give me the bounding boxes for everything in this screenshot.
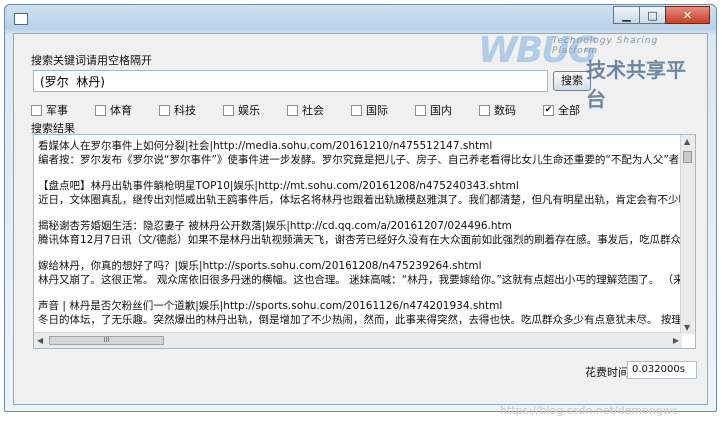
category-label: 全部 xyxy=(558,104,580,117)
app-window: ▁ □ ✕ 搜索关键词请用空格隔开 搜索 WBUG Technology Sha… xyxy=(4,4,717,412)
search-button[interactable]: 搜索 xyxy=(553,71,591,91)
category-checkbox-international[interactable]: 国际 xyxy=(351,102,388,118)
category-checkbox-military[interactable]: 军事 xyxy=(31,102,68,118)
watermark-brand-text: Technology Sharing Platform xyxy=(552,36,659,56)
category-label: 科技 xyxy=(174,104,196,117)
maximize-button[interactable]: □ xyxy=(639,6,666,24)
result-snippet: 腾讯体育12月7日讯（文/德彪）如果不是林丹出轨视频满天飞，谢杏芳已经好久没有在… xyxy=(38,234,680,246)
category-label: 国内 xyxy=(430,104,452,117)
category-label: 娱乐 xyxy=(238,104,260,117)
category-checkbox-tech[interactable]: 科技 xyxy=(159,102,196,118)
checkbox-box[interactable] xyxy=(287,104,298,116)
scroll-right-icon[interactable]: ▶ xyxy=(673,336,679,345)
category-checkbox-society[interactable]: 社会 xyxy=(287,102,324,118)
search-hint-label: 搜索关键词请用空格隔开 xyxy=(31,54,152,67)
checkbox-box[interactable] xyxy=(159,104,170,116)
result-item: 揭秘谢杏芳婚姻生活：隐忍妻子 被林丹公开数落|娱乐|http://cd.qq.c… xyxy=(38,219,680,247)
result-snippet: 林丹又崩了。这很正常。 观众席依旧很多丹迷的横幅。这也合理。 迷妹高喊：“林丹，… xyxy=(38,274,680,286)
result-title-line: 嫁给林丹，你真的想好了吗？|娱乐|http://sports.sohu.com/… xyxy=(38,260,482,272)
csdn-watermark: https://blog.csdn.net/demongwc xyxy=(500,404,678,417)
client-area: 搜索关键词请用空格隔开 搜索 WBUG Technology Sharing P… xyxy=(13,30,708,405)
results-content: 看媒体人在罗尔事件上如何分裂|社会|http://media.sohu.com/… xyxy=(38,139,680,331)
result-title-line: 看媒体人在罗尔事件上如何分裂|社会|http://media.sohu.com/… xyxy=(38,140,493,152)
close-button[interactable]: ✕ xyxy=(665,6,710,24)
scroll-up-icon[interactable]: ▲ xyxy=(684,137,690,146)
category-checkbox-all[interactable]: ✔ 全部 xyxy=(543,102,580,118)
result-title-line: 揭秘谢杏芳婚姻生活：隐忍妻子 被林丹公开数落|娱乐|http://cd.qq.c… xyxy=(38,220,512,232)
result-item: 【盘点吧】林丹出轨事件躺枪明星TOP10|娱乐|http://mt.sohu.c… xyxy=(38,179,680,207)
results-textbox[interactable]: 看媒体人在罗尔事件上如何分裂|社会|http://media.sohu.com/… xyxy=(33,134,696,349)
checkbox-box[interactable] xyxy=(351,104,362,116)
checkbox-box[interactable]: ✔ xyxy=(543,104,554,116)
result-snippet: 冬日的体坛，了无乐趣。突然爆出的林丹出轨，倒是增加了不少热闹，然而，此事来得突然… xyxy=(38,314,680,326)
scroll-down-icon[interactable]: ▼ xyxy=(684,323,690,332)
title-bar[interactable]: ▁ □ ✕ xyxy=(5,5,716,33)
category-checkbox-sports[interactable]: 体育 xyxy=(95,102,132,118)
watermark-letters: WBUG xyxy=(478,30,598,71)
search-input[interactable] xyxy=(33,70,548,92)
elapsed-time-field: 0.032000s xyxy=(627,361,697,379)
result-item: 声音 | 林丹是否欠粉丝们一个道歉|娱乐|http://sports.sohu.… xyxy=(38,299,680,327)
result-title-line: 【盘点吧】林丹出轨事件躺枪明星TOP10|娱乐|http://mt.sohu.c… xyxy=(38,180,519,192)
result-item: 嫁给林丹，你真的想好了吗？|娱乐|http://sports.sohu.com/… xyxy=(38,259,680,287)
checkbox-box[interactable] xyxy=(223,104,234,116)
category-checkbox-entertainment[interactable]: 娱乐 xyxy=(223,102,260,118)
category-label: 数码 xyxy=(494,104,516,117)
category-label: 国际 xyxy=(366,104,388,117)
checkbox-box[interactable] xyxy=(95,104,106,116)
elapsed-time-label: 花费时间 xyxy=(585,366,629,379)
checkbox-box[interactable] xyxy=(479,104,490,116)
minimize-button[interactable]: ▁ xyxy=(613,6,640,24)
category-checkbox-domestic[interactable]: 国内 xyxy=(415,102,452,118)
vertical-scrollbar[interactable]: ▲ ▼ xyxy=(680,135,695,334)
category-label: 军事 xyxy=(46,104,68,117)
result-snippet: 近日，文体圈真乱，继传出刘恺威出轨王鸥事件后，体坛名将林丹也跟着出轨嫩模赵雅淇了… xyxy=(38,194,680,206)
category-label: 社会 xyxy=(302,104,324,117)
checkbox-box[interactable] xyxy=(31,104,42,116)
result-title-line: 声音 | 林丹是否欠粉丝们一个道歉|娱乐|http://sports.sohu.… xyxy=(38,300,503,312)
scroll-left-icon[interactable]: ◀ xyxy=(37,336,43,345)
vertical-scroll-thumb[interactable] xyxy=(683,151,692,163)
category-checkbox-digital[interactable]: 数码 xyxy=(479,102,516,118)
result-item: 看媒体人在罗尔事件上如何分裂|社会|http://media.sohu.com/… xyxy=(38,139,680,167)
window-controls: ▁ □ ✕ xyxy=(613,6,710,24)
app-icon xyxy=(14,13,28,25)
horizontal-scroll-thumb[interactable]: III xyxy=(49,336,164,345)
category-filters: 军事 体育 科技 娱乐 社会 国际 国内 数码 ✔ 全部 xyxy=(31,102,611,118)
horizontal-scrollbar[interactable]: ◀ III ▶ xyxy=(34,332,682,348)
category-label: 体育 xyxy=(110,104,132,117)
checkbox-box[interactable] xyxy=(415,104,426,116)
result-snippet: 编者按：罗尔发布《罗尔说“罗尔事件”》使事件进一步发酵。罗尔究竟是把儿子、房子、… xyxy=(38,154,680,166)
